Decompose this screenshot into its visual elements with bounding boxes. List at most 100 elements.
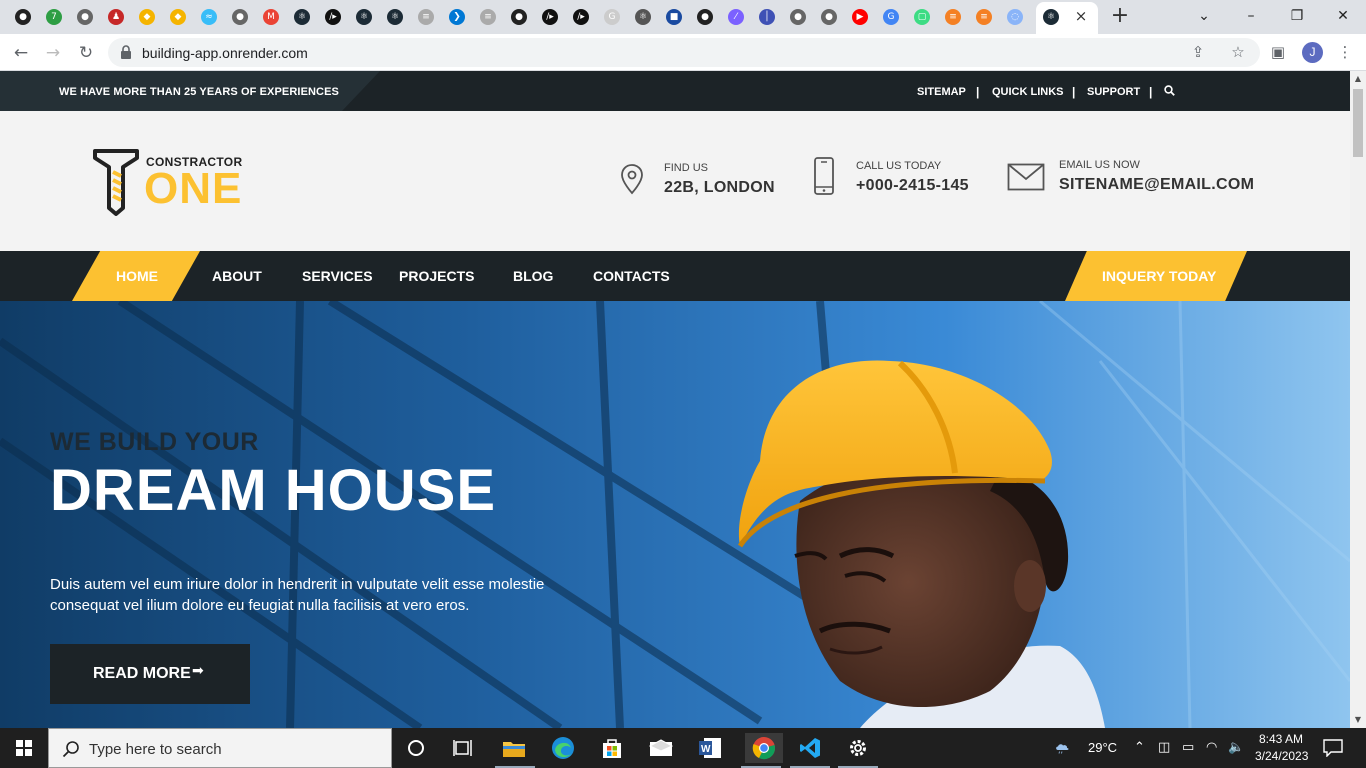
nav-item-contacts[interactable]: CONTACTS	[593, 268, 670, 284]
browser-tab[interactable]: ≡	[477, 6, 499, 28]
vscode-icon[interactable]	[795, 733, 825, 763]
logo-title[interactable]: ONE	[144, 167, 242, 211]
browser-tab[interactable]: M	[260, 6, 282, 28]
browser-tab[interactable]: ●	[229, 6, 251, 28]
browser-tab[interactable]: ●	[818, 6, 840, 28]
quick-links-link[interactable]: QUICK LINKS	[992, 86, 1064, 98]
cortana-icon[interactable]	[401, 733, 431, 763]
chevron-up-icon[interactable]: ⌃	[1134, 740, 1145, 755]
support-link[interactable]: SUPPORT	[1087, 86, 1140, 98]
bookmark-star-icon[interactable]: ☆	[1228, 42, 1248, 62]
browser-tab[interactable]: ≡	[942, 6, 964, 28]
cube-icon: ◆	[139, 9, 155, 25]
browser-tab[interactable]: ❯	[446, 6, 468, 28]
sitemap-link[interactable]: SITEMAP	[917, 86, 966, 98]
browser-tab[interactable]: G	[601, 6, 623, 28]
browser-tab[interactable]: ⚛	[384, 6, 406, 28]
windows-start-icon[interactable]	[0, 728, 48, 768]
browser-tab[interactable]: /▸	[570, 6, 592, 28]
browser-tab[interactable]: ●	[74, 6, 96, 28]
browser-tab[interactable]: ≡	[415, 6, 437, 28]
browser-tab[interactable]: ⚛	[353, 6, 375, 28]
search-icon[interactable]	[1164, 85, 1175, 96]
nav-item-services[interactable]: SERVICES	[302, 268, 373, 284]
windows-taskbar: Type here to search W 29°C ⌃ ◫ ▭ ◠ 🔈 8:4…	[0, 728, 1366, 768]
chrome-icon[interactable]	[745, 733, 783, 763]
meet-now-icon[interactable]: ◫	[1158, 740, 1170, 755]
node-icon: ●	[15, 9, 31, 25]
call-us-label: CALL US TODAY	[856, 160, 942, 172]
tab-search-icon[interactable]: ⌄	[1194, 6, 1214, 26]
browser-tab[interactable]: ◆	[136, 6, 158, 28]
forward-arrow-icon[interactable]: →	[42, 42, 64, 64]
gmail-icon: M	[263, 9, 279, 25]
browser-tab[interactable]: ⚛	[632, 6, 654, 28]
profile-avatar[interactable]: J	[1302, 42, 1323, 63]
edge-icon[interactable]	[548, 733, 578, 763]
browser-tab[interactable]: ♟	[105, 6, 127, 28]
mail-icon[interactable]	[646, 733, 676, 763]
restore-button[interactable]: ❐	[1287, 6, 1307, 26]
browser-tab[interactable]: /▸	[539, 6, 561, 28]
close-tab-icon[interactable]: ×	[1073, 8, 1089, 24]
browser-tab[interactable]: ●	[694, 6, 716, 28]
inquiry-today-button[interactable]: INQUERY TODAY	[1102, 268, 1216, 284]
word-icon[interactable]: W	[695, 733, 725, 763]
nav-item-projects[interactable]: PROJECTS	[399, 268, 474, 284]
address-bar[interactable]: building-app.onrender.com ⇪ ☆	[108, 38, 1260, 67]
microsoft-store-icon[interactable]	[597, 733, 627, 763]
read-more-button[interactable]: READ MORE ➡	[50, 644, 250, 704]
browser-tab[interactable]: ≡	[973, 6, 995, 28]
address-value: 22B, LONDON	[664, 179, 775, 196]
location-pin-icon	[621, 164, 643, 195]
scroll-thumb[interactable]	[1353, 89, 1363, 157]
minimize-button[interactable]: –	[1241, 6, 1261, 26]
browser-tab[interactable]: G	[880, 6, 902, 28]
browser-tab[interactable]: 7	[43, 6, 65, 28]
share-icon[interactable]: ⇪	[1188, 42, 1208, 62]
clock-date[interactable]: 3/24/2023	[1255, 749, 1308, 763]
cloud-rain-icon[interactable]	[1055, 736, 1085, 760]
browser-tab[interactable]: │	[756, 6, 778, 28]
screw-logo-icon[interactable]	[92, 148, 140, 216]
volume-icon[interactable]: 🔈	[1228, 740, 1244, 755]
back-arrow-icon[interactable]: ←	[10, 42, 32, 64]
browser-tab[interactable]: ◌	[1004, 6, 1026, 28]
browser-tab[interactable]: ⁄	[725, 6, 747, 28]
file-explorer-icon[interactable]	[499, 733, 529, 763]
clock-time[interactable]: 8:43 AM	[1259, 732, 1303, 746]
browser-tab[interactable]: ⚛	[291, 6, 313, 28]
stackoverflow-icon: ≡	[480, 9, 496, 25]
nav-item-blog[interactable]: BLOG	[513, 268, 553, 284]
browser-tab[interactable]: ■	[663, 6, 685, 28]
nav-item-about[interactable]: ABOUT	[212, 268, 262, 284]
wifi-icon[interactable]: ◠	[1206, 740, 1217, 755]
close-window-button[interactable]: ✕	[1333, 6, 1353, 26]
browser-tab[interactable]: ●	[787, 6, 809, 28]
scroll-up-arrow-icon[interactable]: ▲	[1354, 74, 1362, 83]
settings-gear-icon[interactable]	[843, 733, 873, 763]
browser-tab[interactable]: ●	[12, 6, 34, 28]
browser-tab[interactable]: ▶	[849, 6, 871, 28]
browser-tab[interactable]: ◆	[167, 6, 189, 28]
side-panel-icon[interactable]: ▣	[1268, 42, 1288, 62]
code-icon: /▸	[325, 9, 341, 25]
menu-kebab-icon[interactable]: ⋮	[1335, 42, 1355, 62]
new-tab-button[interactable]: +	[1110, 5, 1130, 27]
scroll-down-arrow-icon[interactable]: ▼	[1354, 715, 1362, 724]
temperature[interactable]: 29°C	[1088, 740, 1117, 755]
browser-tab[interactable]: ●	[508, 6, 530, 28]
nav-item-home[interactable]: HOME	[116, 268, 158, 284]
email-value[interactable]: SITENAME@EMAIL.COM	[1059, 176, 1254, 194]
notification-icon[interactable]	[1323, 739, 1343, 757]
reload-icon[interactable]: ↻	[75, 42, 97, 64]
taskbar-search-box[interactable]: Type here to search	[48, 728, 392, 768]
task-view-icon[interactable]	[448, 733, 478, 763]
browser-tab[interactable]: ▢	[911, 6, 933, 28]
page-scrollbar[interactable]: ▲ ▼	[1350, 71, 1366, 728]
search-icon	[62, 741, 79, 758]
battery-icon[interactable]: ▭	[1182, 740, 1194, 755]
phone-value[interactable]: +000-2415-145	[856, 177, 969, 195]
browser-tab[interactable]: ≈	[198, 6, 220, 28]
browser-tab[interactable]: /▸	[322, 6, 344, 28]
